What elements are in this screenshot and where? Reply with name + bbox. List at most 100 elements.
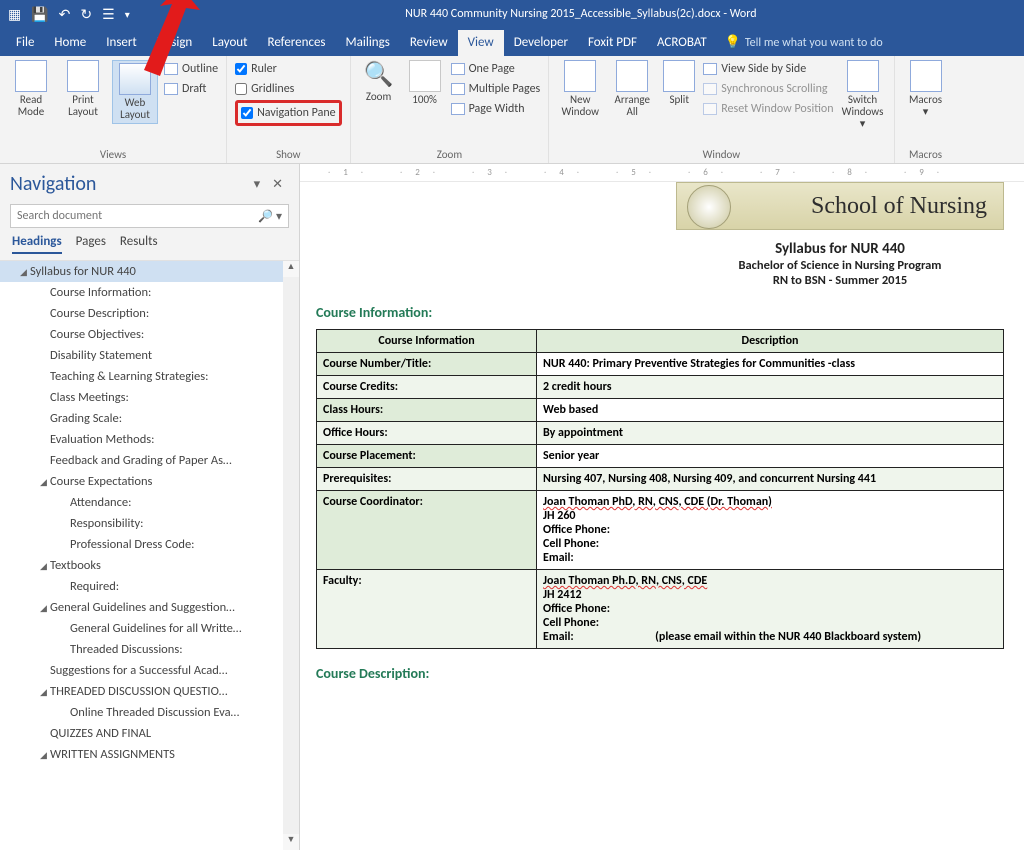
navpane-search-input[interactable] xyxy=(11,205,252,227)
nav-item[interactable]: Online Threaded Discussion Eva… xyxy=(0,702,299,723)
nav-item[interactable]: ◢Syllabus for NUR 440 xyxy=(0,261,299,282)
nav-item[interactable]: Attendance: xyxy=(0,492,299,513)
tab-insert[interactable]: Insert xyxy=(96,30,147,56)
save-icon[interactable]: 💾 xyxy=(31,6,48,23)
tab-home[interactable]: Home xyxy=(44,30,96,56)
ruler-seg: 7 xyxy=(742,167,814,178)
view-side-icon xyxy=(703,63,717,75)
multi-page-button[interactable]: Multiple Pages xyxy=(451,80,541,98)
ruler-check-input[interactable] xyxy=(235,63,247,75)
caret-icon: ◢ xyxy=(40,687,50,698)
navpane-search[interactable]: 🔎 ▾ xyxy=(10,204,289,228)
tab-file[interactable]: File xyxy=(6,30,44,56)
nav-item[interactable]: Required: xyxy=(0,576,299,597)
view-side-button[interactable]: View Side by Side xyxy=(703,60,833,78)
split-button[interactable]: Split xyxy=(661,60,697,106)
nav-item[interactable]: Responsibility: xyxy=(0,513,299,534)
nav-item[interactable]: Professional Dress Code: xyxy=(0,534,299,555)
tab-layout[interactable]: Layout xyxy=(202,30,257,56)
navpane-check-input[interactable] xyxy=(241,107,253,119)
touch-mode-icon[interactable]: ☰ xyxy=(102,6,115,23)
navtab-results[interactable]: Results xyxy=(120,234,158,254)
fac-l4b: (please email within the NUR 440 Blackbo… xyxy=(655,630,921,644)
navtab-pages[interactable]: Pages xyxy=(76,234,106,254)
nav-item[interactable]: QUIZZES AND FINAL xyxy=(0,723,299,744)
table-row-value: Senior year xyxy=(537,445,1004,468)
read-mode-button[interactable]: Read Mode xyxy=(8,60,54,118)
gridlines-check-input[interactable] xyxy=(235,83,247,95)
nav-item[interactable]: Course Description: xyxy=(0,303,299,324)
redo-icon[interactable]: ↻ xyxy=(80,6,92,23)
new-window-icon xyxy=(564,60,596,92)
tab-review[interactable]: Review xyxy=(400,30,458,56)
nav-item[interactable]: Class Meetings: xyxy=(0,387,299,408)
switch-windows-button[interactable]: Switch Windows ▾ xyxy=(840,60,886,130)
reset-pos-icon xyxy=(703,103,717,115)
navpane-highlight: Navigation Pane xyxy=(235,100,342,126)
undo-icon[interactable]: ↶ xyxy=(59,6,71,23)
tab-view[interactable]: View xyxy=(458,30,504,56)
switch-windows-icon xyxy=(847,60,879,92)
scroll-down-icon[interactable]: ▼ xyxy=(283,834,299,850)
ruler-seg: 5 xyxy=(598,167,670,178)
nav-item[interactable]: ◢THREADED DISCUSSION QUESTIO… xyxy=(0,681,299,702)
reset-pos-label: Reset Window Position xyxy=(721,102,833,116)
navtab-headings[interactable]: Headings xyxy=(12,234,62,254)
nav-item[interactable]: Threaded Discussions: xyxy=(0,639,299,660)
school-seal-icon xyxy=(687,185,731,229)
ruler-checkbox[interactable]: Ruler xyxy=(235,60,342,78)
nav-item[interactable]: General Guidelines for all Writte… xyxy=(0,618,299,639)
print-layout-button[interactable]: Print Layout xyxy=(60,60,106,118)
table-row-value: 2 credit hours xyxy=(537,376,1004,399)
tab-acrobat[interactable]: ACROBAT xyxy=(647,30,717,56)
th-course-info: Course Information xyxy=(317,330,537,353)
caret-icon: ◢ xyxy=(40,477,50,488)
nav-item[interactable]: Suggestions for a Successful Acad… xyxy=(0,660,299,681)
web-layout-button[interactable]: Web Layout xyxy=(112,60,158,124)
arrange-all-button[interactable]: Arrange All xyxy=(609,60,655,118)
new-window-button[interactable]: New Window xyxy=(557,60,603,118)
outline-label: Outline xyxy=(182,62,218,76)
nav-item[interactable]: ◢General Guidelines and Suggestion… xyxy=(0,597,299,618)
page-width-button[interactable]: Page Width xyxy=(451,100,541,118)
split-icon xyxy=(663,60,695,92)
tab-mailings[interactable]: Mailings xyxy=(336,30,400,56)
scroll-up-icon[interactable]: ▲ xyxy=(283,261,299,277)
tab-references[interactable]: References xyxy=(258,30,336,56)
tell-me[interactable]: 💡Tell me what you want to do xyxy=(725,35,883,56)
nav-item[interactable]: Feedback and Grading of Paper As… xyxy=(0,450,299,471)
nav-item[interactable]: Grading Scale: xyxy=(0,408,299,429)
gridlines-checkbox[interactable]: Gridlines xyxy=(235,80,342,98)
nav-item[interactable]: ◢Course Expectations xyxy=(0,471,299,492)
nav-item[interactable]: Disability Statement xyxy=(0,345,299,366)
zoom-button[interactable]: 🔍Zoom xyxy=(359,60,399,103)
outline-button[interactable]: Outline xyxy=(164,60,218,78)
zoom-100-button[interactable]: 100% xyxy=(405,60,445,106)
group-window: New Window Arrange All Split View Side b… xyxy=(549,56,894,163)
nav-item[interactable]: ◢Textbooks xyxy=(0,555,299,576)
nav-item[interactable]: Evaluation Methods: xyxy=(0,429,299,450)
horizontal-ruler[interactable]: 1 2 3 4 5 6 7 8 9 xyxy=(300,164,1024,182)
navpane-checkbox[interactable]: Navigation Pane xyxy=(241,104,336,122)
navpane-options-icon[interactable]: ▾ xyxy=(248,177,267,192)
ribbon-tabs: File Home Insert Design Layout Reference… xyxy=(0,28,1024,56)
one-page-icon xyxy=(451,63,465,75)
tab-design[interactable]: Design xyxy=(147,30,202,56)
qat-more-icon[interactable]: ▾ xyxy=(125,8,130,21)
search-icon[interactable]: 🔎 ▾ xyxy=(252,209,288,224)
table-row-label: Class Hours: xyxy=(317,399,537,422)
one-page-button[interactable]: One Page xyxy=(451,60,541,78)
nav-item[interactable]: ◢WRITTEN ASSIGNMENTS xyxy=(0,744,299,765)
tab-foxit[interactable]: Foxit PDF xyxy=(578,30,647,56)
nav-item[interactable]: Course Information: xyxy=(0,282,299,303)
draft-button[interactable]: Draft xyxy=(164,80,218,98)
navpane-scrollbar[interactable]: ▲ ▼ xyxy=(283,261,299,850)
macros-button[interactable]: Macros▾ xyxy=(903,60,949,118)
nav-item[interactable]: Course Objectives: xyxy=(0,324,299,345)
document-title: NUR 440 Community Nursing 2015_Accessibl… xyxy=(138,7,1024,21)
navpane-close-icon[interactable]: ✕ xyxy=(266,177,289,192)
document-canvas[interactable]: 1 2 3 4 5 6 7 8 9 School of Nursing Syll… xyxy=(300,164,1024,850)
tab-developer[interactable]: Developer xyxy=(504,30,578,56)
ruler-seg: 2 xyxy=(382,167,454,178)
nav-item[interactable]: Teaching & Learning Strategies: xyxy=(0,366,299,387)
